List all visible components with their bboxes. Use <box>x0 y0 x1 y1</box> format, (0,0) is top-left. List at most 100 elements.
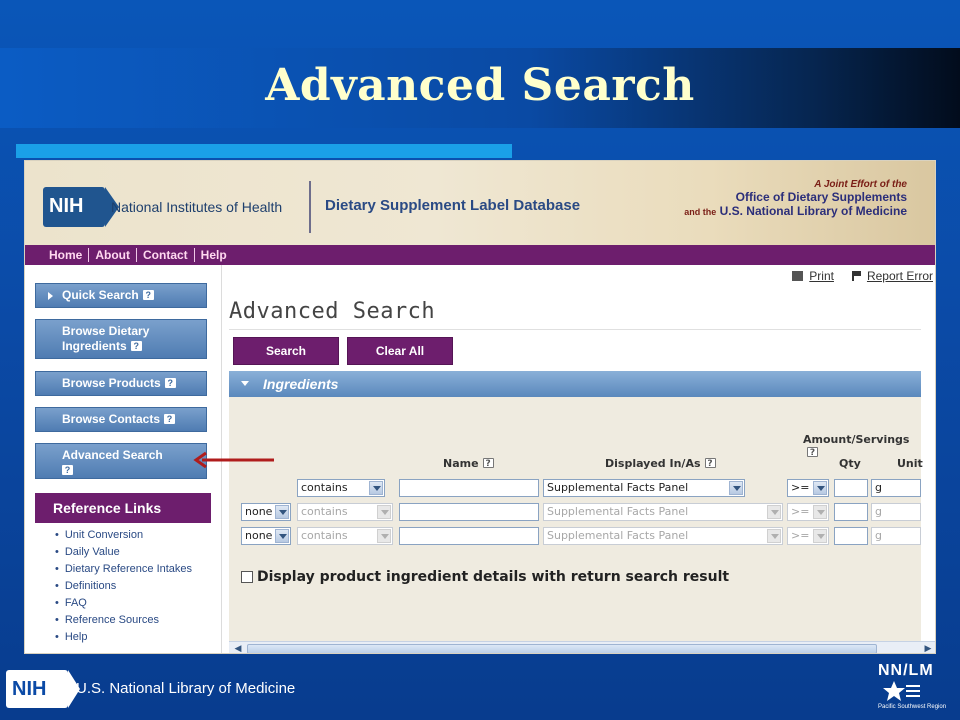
help-icon[interactable]: ? <box>130 341 142 351</box>
accent-bar <box>16 144 512 158</box>
nlm-line-text: U.S. National Library of Medicine <box>719 204 907 218</box>
chevron-down-icon <box>813 529 827 543</box>
header-divider <box>309 181 311 233</box>
row2-displayed-value: Supplemental Facts Panel <box>547 505 689 518</box>
help-icon[interactable]: ? <box>482 458 494 469</box>
help-icon[interactable]: ? <box>164 414 176 424</box>
help-icon[interactable]: ? <box>807 447 818 458</box>
row1-unit-input[interactable]: g <box>871 479 921 497</box>
main-content: Print Report Error Advanced Search Searc… <box>229 265 935 653</box>
reference-links-list: Unit Conversion Daily Value Dietary Refe… <box>55 527 192 646</box>
name-label: Name <box>443 457 479 470</box>
ingredients-section-header[interactable]: Ingredients <box>229 371 921 397</box>
ref-link-help[interactable]: Help <box>55 629 192 646</box>
sidebar-quick-search[interactable]: Quick Search? <box>35 283 207 308</box>
row1-displayed-value: Supplemental Facts Panel <box>547 481 689 494</box>
ref-link-unit-conversion[interactable]: Unit Conversion <box>55 527 192 544</box>
horizontal-scrollbar[interactable]: ◀ ▶ <box>229 641 935 653</box>
amount-servings-label: Amount/Servings <box>803 433 910 446</box>
ref-link-definitions[interactable]: Definitions <box>55 578 192 595</box>
chevron-down-icon <box>813 481 827 495</box>
chevron-down-icon <box>275 505 289 519</box>
row1-match-select[interactable]: contains <box>297 479 385 497</box>
scroll-right-icon[interactable]: ▶ <box>921 643 935 653</box>
row3-name-input[interactable] <box>399 527 539 545</box>
row3-compare-value: >= <box>791 529 810 542</box>
row2-match-select[interactable]: contains <box>297 503 393 521</box>
row2-unit-input[interactable]: g <box>871 503 921 521</box>
footer-nih-text: NIH <box>12 678 47 700</box>
sidebar-browse-ingredients[interactable]: Browse Dietary Ingredients? <box>35 319 207 359</box>
ref-link-faq[interactable]: FAQ <box>55 595 192 612</box>
row3-displayed-select[interactable]: Supplemental Facts Panel <box>543 527 783 545</box>
row3-qty-input[interactable] <box>834 527 868 545</box>
joint-effort-line: A Joint Effort of the <box>814 179 907 190</box>
row1-qty-input[interactable] <box>834 479 868 497</box>
chevron-down-icon <box>377 529 391 543</box>
nav-about[interactable]: About <box>89 248 137 262</box>
ref-link-daily-value[interactable]: Daily Value <box>55 544 192 561</box>
site-header: NIH National Institutes of Health Dietar… <box>25 161 935 245</box>
row3-match-select[interactable]: contains <box>297 527 393 545</box>
row2-displayed-select[interactable]: Supplemental Facts Panel <box>543 503 783 521</box>
chevron-right-icon <box>48 292 53 300</box>
row2-compare-value: >= <box>791 505 810 518</box>
report-error-label: Report Error <box>866 269 933 283</box>
nav-contact[interactable]: Contact <box>137 248 195 262</box>
help-icon[interactable]: ? <box>704 458 716 469</box>
row3-operator-select[interactable]: none <box>241 527 291 545</box>
sidebar-browse-products[interactable]: Browse Products? <box>35 371 207 396</box>
nav-home[interactable]: Home <box>49 248 90 262</box>
scroll-left-icon[interactable]: ◀ <box>231 643 245 653</box>
scrollbar-thumb[interactable] <box>247 644 877 653</box>
details-checkbox-row[interactable]: Display product ingredient details with … <box>241 569 729 585</box>
sidebar-advanced-search[interactable]: Advanced Search? <box>35 443 207 479</box>
row1-compare-value: >= <box>791 481 810 494</box>
row1-compare-select[interactable]: >= <box>787 479 829 497</box>
print-link[interactable]: Print <box>792 269 834 283</box>
nnlm-logo: NN/LM Pacific Southwest Region <box>876 660 956 716</box>
row3-displayed-value: Supplemental Facts Panel <box>547 529 689 542</box>
help-icon[interactable]: ? <box>142 290 154 300</box>
and-the-text: and the <box>684 207 717 217</box>
chevron-down-icon <box>275 529 289 543</box>
chevron-down-icon <box>241 381 249 386</box>
report-error-link[interactable]: Report Error <box>851 269 933 283</box>
title-rule <box>229 329 921 330</box>
printer-icon <box>792 271 804 281</box>
qty-header: Qty <box>839 457 861 470</box>
chevron-down-icon <box>729 481 743 495</box>
sidebar-quick-search-label: Quick Search <box>62 288 139 302</box>
search-button[interactable]: Search <box>233 337 339 365</box>
database-name[interactable]: Dietary Supplement Label Database <box>325 197 580 214</box>
nih-logo[interactable]: NIH <box>43 187 119 227</box>
slide-title: Advanced Search <box>265 60 695 111</box>
row1-displayed-select[interactable]: Supplemental Facts Panel <box>543 479 745 497</box>
top-nav: Home About Contact Help <box>25 245 935 265</box>
row2-operator-select[interactable]: none <box>241 503 291 521</box>
nnlm-region: Pacific Southwest Region <box>878 704 947 710</box>
print-label: Print <box>809 269 834 283</box>
row3-match-value: contains <box>301 529 348 542</box>
row2-name-input[interactable] <box>399 503 539 521</box>
row2-qty-input[interactable] <box>834 503 868 521</box>
details-checkbox[interactable] <box>241 571 253 583</box>
page-tools: Print Report Error <box>792 269 933 283</box>
nih-logo-text: NIH <box>49 195 84 217</box>
row1-name-input[interactable] <box>399 479 539 497</box>
chevron-down-icon <box>813 505 827 519</box>
row3-compare-select[interactable]: >= <box>787 527 829 545</box>
ref-link-dri[interactable]: Dietary Reference Intakes <box>55 561 192 578</box>
row3-unit-input[interactable]: g <box>871 527 921 545</box>
help-icon[interactable]: ? <box>62 465 73 475</box>
ods-line[interactable]: Office of Dietary Supplements <box>736 190 907 204</box>
sidebar-browse-contacts[interactable]: Browse Contacts? <box>35 407 207 432</box>
clear-all-button[interactable]: Clear All <box>347 337 453 365</box>
nav-help[interactable]: Help <box>195 248 233 262</box>
row2-compare-select[interactable]: >= <box>787 503 829 521</box>
ref-link-reference-sources[interactable]: Reference Sources <box>55 612 192 629</box>
flag-icon <box>851 271 861 281</box>
nlm-line[interactable]: and the U.S. National Library of Medicin… <box>684 204 907 218</box>
help-icon[interactable]: ? <box>164 378 176 388</box>
org-name[interactable]: National Institutes of Health <box>111 199 282 215</box>
